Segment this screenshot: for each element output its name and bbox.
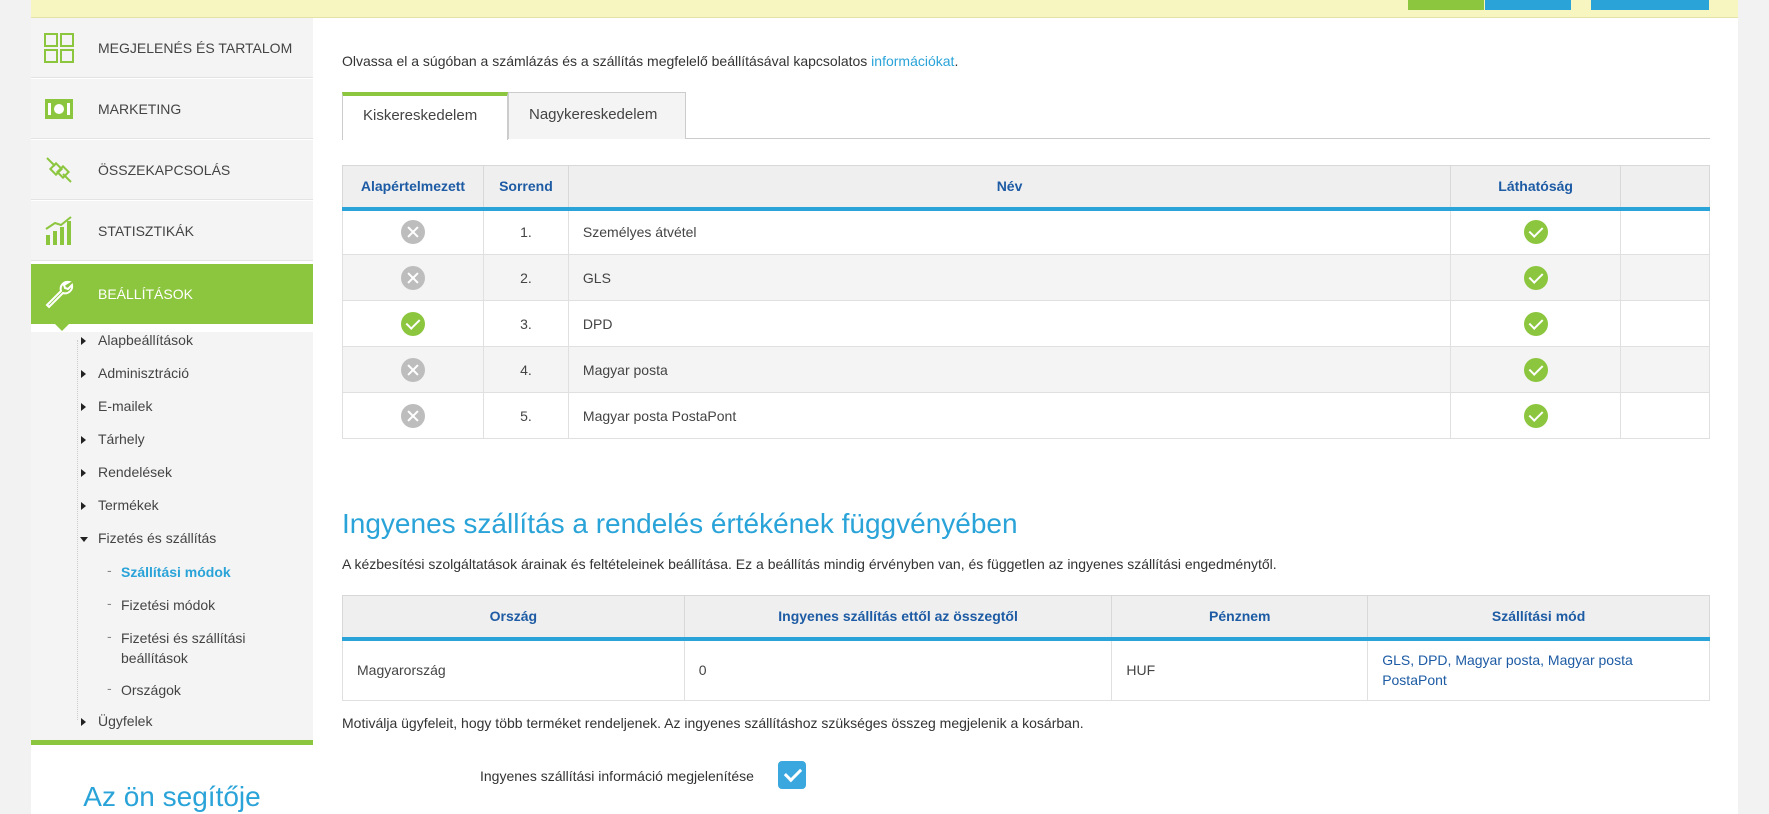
expand-arrow-icon <box>81 469 86 477</box>
free-shipping-table: Ország Ingyenes szállítás ettől az össze… <box>342 595 1710 701</box>
top-notice-bar <box>31 0 1738 18</box>
tab-bar: Kiskereskedelem Nagykereskedelem <box>342 92 1710 140</box>
col-country[interactable]: Ország <box>342 595 685 641</box>
table-row: 4. Magyar posta <box>342 346 1710 393</box>
chart-icon <box>45 216 72 245</box>
show-free-shipping-checkbox[interactable] <box>778 761 806 789</box>
intro-text: Olvassa el a súgóban a számlázás és a sz… <box>342 53 959 69</box>
submenu-guide-line <box>77 340 78 720</box>
col-actions <box>1620 165 1710 211</box>
free-shipping-description: A kézbesítési szolgáltatások árainak és … <box>342 556 1277 572</box>
dash-marker: - <box>107 628 112 644</box>
col-default[interactable]: Alapértelmezett <box>342 165 484 211</box>
table-row: 2. GLS <box>342 254 1710 301</box>
dash-marker: - <box>107 595 112 611</box>
table-row: 1. Személyes átvétel <box>342 208 1710 255</box>
col-free-from-amount[interactable]: Ingyenes szállítás ettől az összegtől <box>683 595 1113 641</box>
dash-marker: - <box>107 562 112 578</box>
menu-label: BEÁLLÍTÁSOK <box>98 286 193 302</box>
visible-check-icon[interactable] <box>1523 357 1548 382</box>
menu-item-marketing[interactable]: MARKETING <box>31 79 313 139</box>
top-blue-button[interactable] <box>1485 0 1571 10</box>
table-row: 5. Magyar posta PostaPont <box>342 392 1710 439</box>
col-visibility[interactable]: Láthatóság <box>1450 165 1622 211</box>
menu-item-appearance[interactable]: MEGJELENÉS ÉS TARTALOM <box>31 18 313 78</box>
wrench-icon <box>45 280 74 309</box>
motivation-text: Motiválja ügyfeleit, hogy több terméket … <box>342 715 1084 731</box>
expand-arrow-icon <box>81 370 86 378</box>
plug-icon <box>46 157 72 183</box>
top-green-button[interactable] <box>1408 0 1484 10</box>
table-row: Magyarország 0 HUF GLS, DPD, Magyar post… <box>342 638 1710 701</box>
active-indicator <box>55 324 69 331</box>
menu-item-settings[interactable]: BEÁLLÍTÁSOK <box>31 264 313 331</box>
col-currency[interactable]: Pénznem <box>1111 595 1369 641</box>
expand-arrow-icon <box>81 403 86 411</box>
expand-arrow-icon <box>81 718 86 726</box>
tab-retail[interactable]: Kiskereskedelem <box>342 92 508 140</box>
sidebar: MEGJELENÉS ÉS TARTALOM MARKETING ÖSSZEKA… <box>31 18 313 814</box>
menu-label: ÖSSZEKAPCSOLÁS <box>98 161 231 178</box>
menu-item-integrations[interactable]: ÖSSZEKAPCSOLÁS <box>31 140 313 200</box>
info-link[interactable]: információkat <box>871 53 954 69</box>
expand-arrow-icon <box>81 502 86 510</box>
helper-title: Az ön segítője <box>83 781 261 812</box>
shipping-methods-table: Alapértelmezett Sorrend Név Láthatóság 1… <box>342 165 1710 439</box>
not-default-icon[interactable] <box>400 403 425 428</box>
menu-label: MEGJELENÉS ÉS TARTALOM <box>98 39 293 56</box>
tab-wholesale[interactable]: Nagykereskedelem <box>508 92 686 139</box>
visible-check-icon[interactable] <box>1523 311 1548 336</box>
main-content: Olvassa el a súgóban a számlázás és a sz… <box>313 18 1738 814</box>
top-help-button[interactable] <box>1591 0 1709 10</box>
col-order[interactable]: Sorrend <box>482 165 569 211</box>
not-default-icon[interactable] <box>400 357 425 382</box>
col-name[interactable]: Név <box>567 165 1452 211</box>
table-row: 3. DPD <box>342 300 1710 347</box>
default-check-icon[interactable] <box>400 311 425 336</box>
menu-label: MARKETING <box>98 100 182 117</box>
show-free-shipping-label: Ingyenes szállítási információ megjelení… <box>480 768 754 784</box>
settings-submenu: Alapbeállítások Adminisztráció E-mailek … <box>31 332 313 752</box>
col-shipping-method[interactable]: Szállítási mód <box>1367 595 1710 641</box>
visible-check-icon[interactable] <box>1523 403 1548 428</box>
free-shipping-title: Ingyenes szállítás a rendelés értékének … <box>342 508 1018 539</box>
layout-grid-icon <box>44 33 74 63</box>
expand-arrow-icon <box>81 337 86 345</box>
expand-arrow-icon <box>81 436 86 444</box>
visible-check-icon[interactable] <box>1523 220 1548 245</box>
shipping-methods-link[interactable]: GLS, DPD, Magyar posta, Magyar posta Pos… <box>1382 652 1633 688</box>
not-default-icon[interactable] <box>400 220 425 245</box>
not-default-icon[interactable] <box>400 265 425 290</box>
helper-panel: Az ön segítője <box>31 745 313 814</box>
money-icon <box>45 99 73 119</box>
menu-label: STATISZTIKÁK <box>98 222 194 239</box>
collapse-arrow-icon <box>80 537 88 542</box>
visible-check-icon[interactable] <box>1523 265 1548 290</box>
dash-marker: - <box>107 680 112 696</box>
menu-item-statistics[interactable]: STATISZTIKÁK <box>31 201 313 261</box>
